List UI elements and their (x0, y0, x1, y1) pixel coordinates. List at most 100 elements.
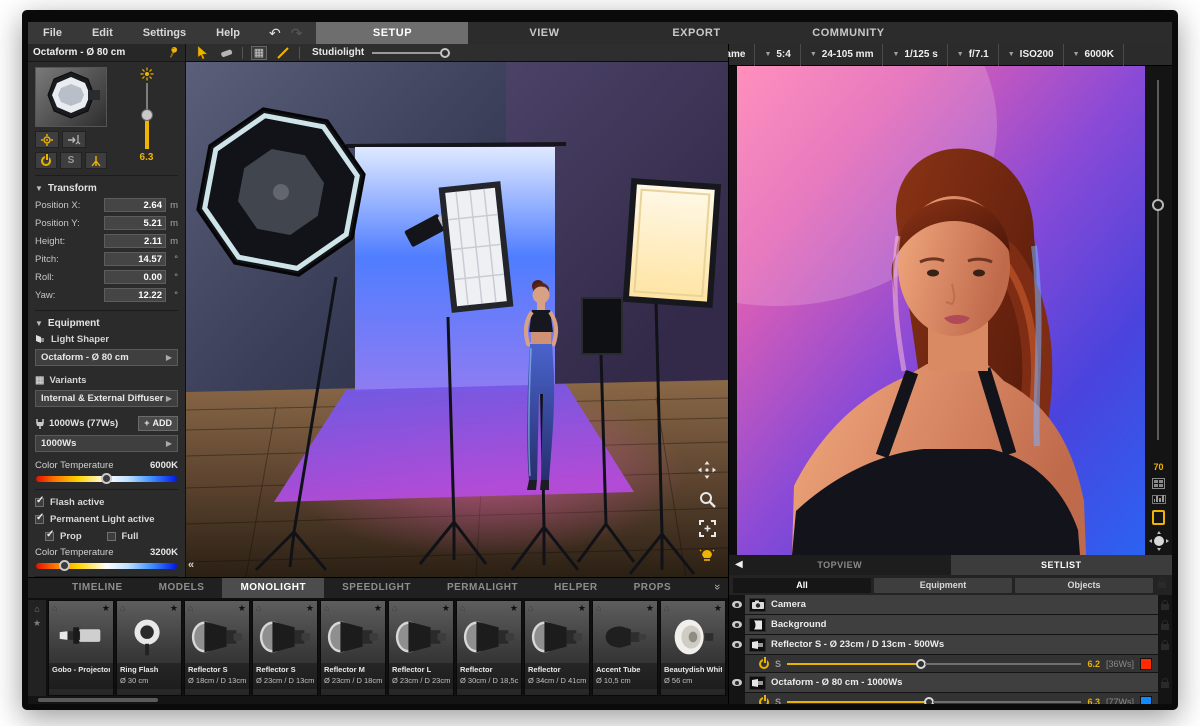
equipment-card[interactable]: ⌂ ★ Reflector L Ø 23cm / D 23cm (388, 600, 454, 696)
solo-button[interactable]: S (60, 152, 82, 169)
library-tab[interactable]: MONOLIGHT (222, 578, 324, 598)
equipment-card[interactable]: ⌂ ★ Gobo - Projector (48, 600, 114, 696)
redo-icon[interactable]: ↷ (291, 23, 303, 43)
solo-toggle[interactable]: S (775, 697, 781, 705)
scrollbar-thumb[interactable] (38, 698, 158, 702)
intensity-slider[interactable] (787, 693, 1081, 704)
intensity-slider[interactable] (787, 655, 1081, 672)
setlist-row[interactable]: Octaform - Ø 80 cm - 1000Ws (745, 673, 1158, 692)
setlist-row[interactable]: Reflector S - Ø 23cm / D 13cm - 500Ws (745, 635, 1158, 654)
lock-icon[interactable] (1161, 644, 1169, 650)
fit-frame-icon[interactable] (699, 520, 716, 537)
zoom-tool-icon[interactable] (699, 491, 716, 508)
home-filter-icon[interactable]: ⌂ (34, 604, 39, 614)
main-tab[interactable]: EXPORT (620, 22, 772, 44)
color-temp-slider[interactable] (36, 476, 177, 482)
setlist-filter-button[interactable]: All (733, 578, 871, 593)
studio-viewport[interactable]: ▦ Studiolight (186, 44, 728, 577)
aim-target-button[interactable] (35, 131, 59, 148)
eraser-tool-icon[interactable] (218, 46, 234, 60)
histogram-icon[interactable] (1152, 495, 1166, 504)
library-tab[interactable]: PROPS (616, 578, 690, 598)
collapse-panel-chevron-icon[interactable]: » (711, 584, 723, 590)
transform-input[interactable]: 14.57 (104, 252, 166, 266)
equipment-card[interactable]: ⌂ ★ Reflector Ø 30cm / D 18,5cm (456, 600, 522, 696)
setlist-filter-button[interactable]: Equipment (874, 578, 1012, 593)
layout-grid-icon[interactable] (1152, 478, 1165, 489)
camera-setting-dropdown[interactable]: ▼ f/7.1 (947, 44, 998, 66)
pan-move-icon[interactable] (698, 461, 716, 479)
solo-toggle[interactable]: S (775, 659, 781, 669)
camera-setting-dropdown[interactable]: ▼ 1/125 s (882, 44, 946, 66)
setlist-filter-button[interactable]: Objects (1015, 578, 1153, 593)
light-color-swatch[interactable] (1140, 658, 1152, 670)
favorite-star-icon[interactable]: ★ (510, 603, 518, 614)
studio-scene[interactable] (186, 62, 728, 577)
move-to-stand-button[interactable] (62, 131, 86, 148)
back-arrow-icon[interactable]: ◀ (735, 559, 743, 570)
favorite-star-icon[interactable]: ★ (238, 603, 246, 614)
pen-tool-icon[interactable] (275, 46, 291, 60)
library-scrollbar[interactable] (28, 696, 728, 704)
permanent-light-checkbox[interactable]: ✓ (35, 515, 44, 524)
pin-icon[interactable]: 📍︎ (164, 44, 182, 61)
equipment-card[interactable]: ⌂ ★ Reflector S Ø 23cm / D 13cm (252, 600, 318, 696)
library-tab[interactable]: SPEEDLIGHT (324, 578, 429, 598)
equipment-card[interactable]: ⌂ ★ Reflector Ø 34cm / D 41cm (524, 600, 590, 696)
light-color-swatch[interactable] (1140, 696, 1152, 705)
power-select[interactable]: 1000Ws ▶ (35, 435, 178, 452)
equipment-card[interactable]: ⌂ ★ Ring Flash Ø 30 cm (116, 600, 182, 696)
camera-setting-dropdown[interactable]: ▼ 6000K (1063, 44, 1124, 66)
flash-active-checkbox[interactable]: ✓ (35, 498, 44, 507)
equipment-header[interactable]: ▼ Equipment (35, 315, 178, 331)
library-tab[interactable]: HELPER (536, 578, 616, 598)
main-tab[interactable]: SETUP (316, 22, 468, 44)
library-tab[interactable]: TIMELINE (54, 578, 141, 598)
tab-setlist[interactable]: SETLIST (951, 555, 1173, 575)
collapse-panel-icon[interactable]: « (188, 559, 194, 571)
visibility-eye-icon[interactable] (732, 641, 742, 648)
add-light-button[interactable]: +ADD (138, 416, 178, 431)
visibility-eye-icon[interactable] (732, 601, 742, 608)
main-tab[interactable]: COMMUNITY (772, 22, 924, 44)
focal-length-slider[interactable] (1157, 80, 1159, 440)
equipment-card[interactable]: ⌂ ★ Accent Tube Ø 10,5 cm (592, 600, 658, 696)
transform-header[interactable]: ▼ Transform (35, 180, 178, 196)
menu-item[interactable]: Edit (77, 22, 128, 44)
transform-input[interactable]: 2.11 (104, 234, 166, 248)
favorite-star-icon[interactable]: ★ (442, 603, 450, 614)
main-tab[interactable]: VIEW (468, 22, 620, 44)
favorite-star-icon[interactable]: ★ (374, 603, 382, 614)
crop-frame-icon[interactable] (1152, 510, 1165, 525)
setlist-row[interactable]: Camera (745, 595, 1158, 614)
camera-setting-dropdown[interactable]: ▼ 5:4 (754, 44, 799, 66)
studiolight-toggle-icon[interactable] (699, 549, 715, 563)
select-tool-icon[interactable] (194, 46, 210, 60)
lock-icon[interactable] (1161, 624, 1169, 630)
library-tab[interactable]: MODELS (141, 578, 223, 598)
favorite-star-icon[interactable]: ★ (578, 603, 586, 614)
power-toggle-icon[interactable] (759, 697, 769, 705)
transform-input[interactable]: 2.64 (104, 198, 166, 212)
camera-setting-dropdown[interactable]: ▼ 24-105 mm (800, 44, 883, 66)
lock-icon[interactable] (1161, 604, 1169, 610)
stand-button[interactable] (85, 152, 107, 169)
library-tab[interactable]: PERMALIGHT (429, 578, 536, 598)
favorite-star-icon[interactable]: ★ (646, 603, 654, 614)
power-button[interactable] (35, 152, 57, 169)
transform-input[interactable]: 12.22 (104, 288, 166, 302)
camera-setting-dropdown[interactable]: ▼ ISO200 (998, 44, 1063, 66)
menu-item[interactable]: Help (201, 22, 255, 44)
power-toggle-icon[interactable] (759, 659, 769, 669)
lock-icon[interactable] (1161, 682, 1169, 688)
prop-checkbox[interactable]: ✓ (45, 532, 54, 541)
variants-select[interactable]: Internal & External Diffuser ▶ (35, 390, 178, 407)
undo-icon[interactable]: ↶ (269, 23, 281, 43)
tab-topview[interactable]: TOPVIEW (729, 555, 951, 575)
camera-preview-photo[interactable] (737, 66, 1145, 555)
equipment-card[interactable]: ⌂ ★ Reflector M Ø 23cm / D 18cm (320, 600, 386, 696)
equipment-card[interactable]: ⌂ ★ Reflector S Ø 18cm / D 13cm (184, 600, 250, 696)
visibility-eye-icon[interactable] (732, 621, 742, 628)
intensity-slider[interactable] (140, 83, 154, 149)
setlist-row[interactable]: Background (745, 615, 1158, 634)
